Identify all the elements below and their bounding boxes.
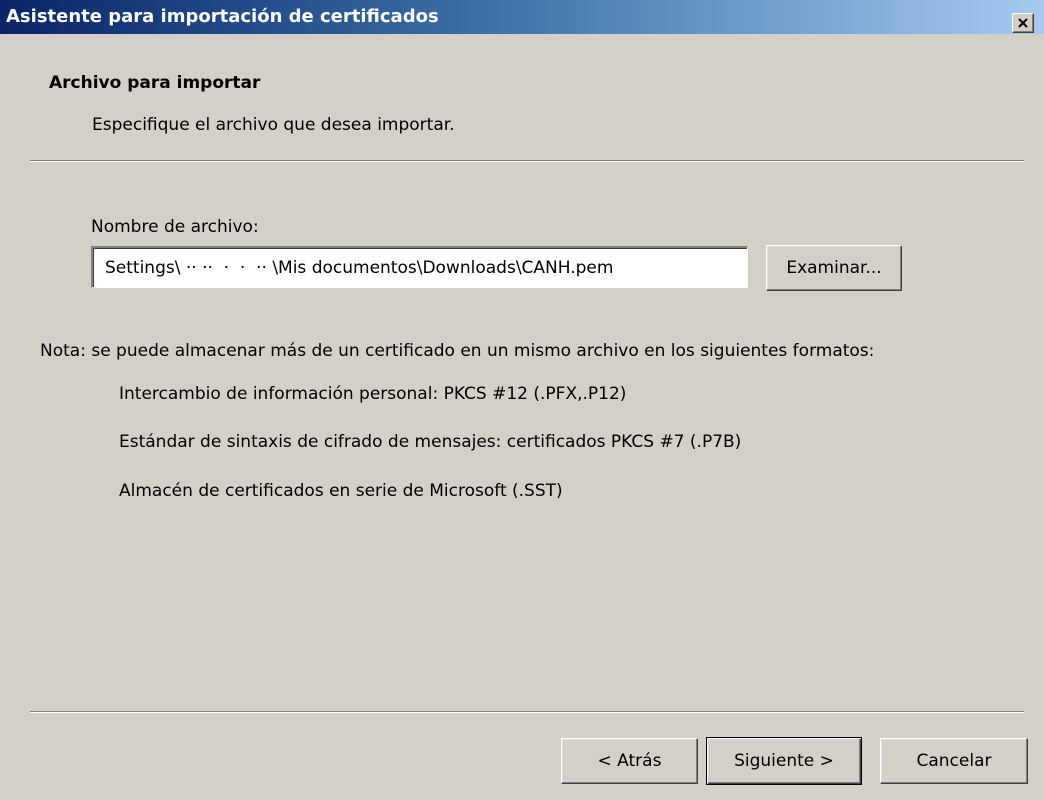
format-item-p7b: Estándar de sintaxis de cifrado de mensa… xyxy=(119,432,742,452)
browse-button[interactable]: Examinar... xyxy=(766,245,902,291)
format-item-sst: Almacén de certificados en serie de Micr… xyxy=(119,481,563,501)
page-subtitle: Especifique el archivo que desea importa… xyxy=(92,115,455,135)
certificate-import-wizard: Asistente para importación de certificad… xyxy=(0,0,1044,800)
header-separator xyxy=(30,160,1024,162)
next-button[interactable]: Siguiente > xyxy=(706,737,862,785)
format-item-pfx: Intercambio de información personal: PKC… xyxy=(119,384,627,404)
formats-note: Nota: se puede almacenar más de un certi… xyxy=(40,341,875,361)
file-name-label: Nombre de archivo: xyxy=(91,217,259,237)
footer-separator xyxy=(30,711,1024,713)
file-name-input[interactable] xyxy=(91,246,748,288)
close-icon xyxy=(1018,18,1028,28)
title-bar[interactable]: Asistente para importación de certificad… xyxy=(0,0,1044,34)
cancel-button[interactable]: Cancelar xyxy=(880,738,1028,784)
back-button[interactable]: < Atrás xyxy=(561,738,698,784)
window-title: Asistente para importación de certificad… xyxy=(6,6,439,27)
close-button[interactable] xyxy=(1012,13,1034,33)
page-title: Archivo para importar xyxy=(49,73,261,93)
